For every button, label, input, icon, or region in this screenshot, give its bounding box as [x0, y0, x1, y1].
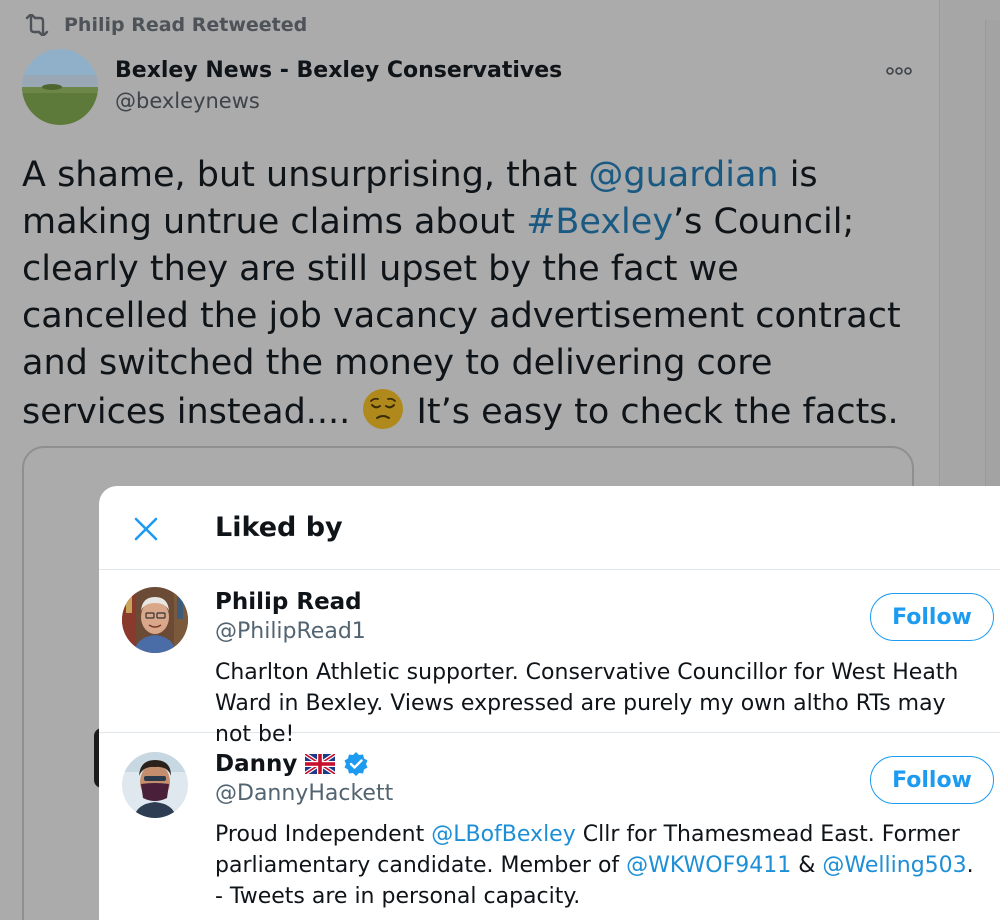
pensive-face-icon [361, 387, 405, 431]
tweet-text-part: It’s easy to check the facts. [405, 392, 899, 432]
user-info: Danny @DannyHackett Proud Independent @L… [215, 749, 985, 912]
avatar[interactable] [122, 587, 188, 653]
liked-by-modal: Liked by Philip Read @PhilipRead1 Charlt… [99, 486, 1000, 920]
user-cell[interactable]: Philip Read @PhilipRead1 Charlton Athlet… [99, 571, 1000, 747]
close-icon [134, 517, 158, 541]
verified-icon [343, 751, 369, 777]
follow-button[interactable]: Follow [870, 593, 994, 641]
retweet-label[interactable]: Philip Read Retweeted [64, 14, 307, 36]
mention-link[interactable]: @Welling503 [822, 853, 966, 878]
bio-text: Proud Independent [215, 822, 432, 847]
author-handle[interactable]: @bexleynews [115, 89, 562, 113]
user-handle[interactable]: @PhilipRead1 [215, 619, 985, 649]
user-name-text[interactable]: Danny [215, 751, 297, 777]
retweet-indicator: Philip Read Retweeted [22, 14, 307, 36]
uk-flag-icon [304, 752, 337, 776]
user-bio: Proud Independent @LBofBexley Cllr for T… [215, 819, 985, 912]
author-avatar[interactable] [22, 49, 98, 125]
hashtag-link[interactable]: #Bexley [526, 202, 673, 242]
author-name[interactable]: Bexley News - Bexley Conservatives [115, 58, 562, 83]
retweet-icon [22, 14, 52, 36]
bio-text: & [791, 853, 823, 878]
avatar[interactable] [122, 752, 188, 818]
more-options-icon[interactable] [885, 62, 913, 81]
follow-button[interactable]: Follow [870, 756, 994, 804]
user-name-text[interactable]: Philip Read [215, 589, 362, 615]
author-block: Bexley News - Bexley Conservatives @bexl… [115, 58, 562, 113]
modal-header: Liked by [99, 486, 1000, 570]
tweet-text-part: A shame, but unsurprising, that [22, 155, 589, 195]
user-handle[interactable]: @DannyHackett [215, 781, 985, 811]
user-cell[interactable]: Danny @DannyHackett Proud Independent @L… [99, 734, 1000, 920]
mention-link[interactable]: @WKWOF9411 [626, 853, 791, 878]
mention-link[interactable]: @LBofBexley [431, 822, 575, 847]
close-button[interactable] [127, 510, 165, 548]
tweet-text: A shame, but unsurprising, that @guardia… [22, 152, 912, 436]
mention-link[interactable]: @guardian [588, 155, 778, 195]
modal-title: Liked by [215, 512, 343, 543]
